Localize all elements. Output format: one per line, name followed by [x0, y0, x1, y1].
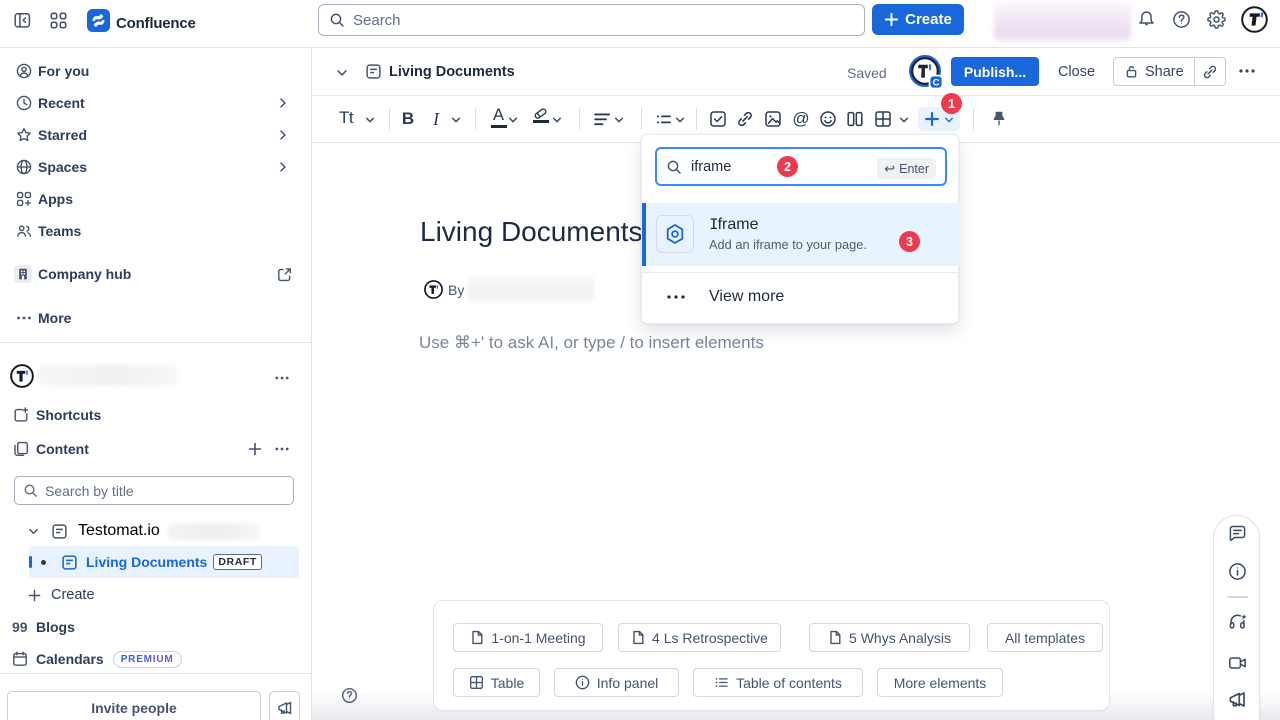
svg-text:C: C [933, 78, 940, 89]
